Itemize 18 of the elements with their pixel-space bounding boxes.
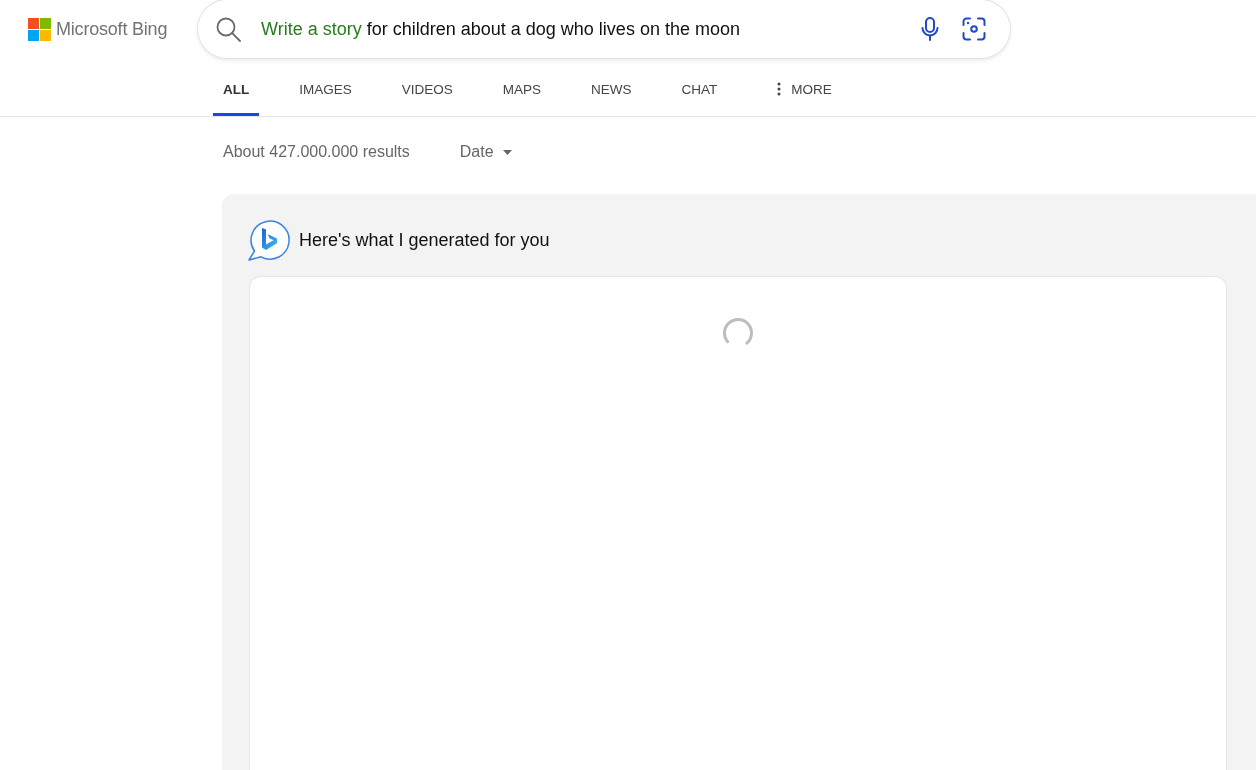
results-count: About 427.000.000 results	[223, 143, 410, 161]
nav-tab[interactable]: MORE	[767, 58, 842, 116]
nav-tab[interactable]: NEWS	[581, 58, 642, 116]
nav-tab[interactable]: ALL	[213, 58, 260, 116]
nav-tab[interactable]: VIDEOS	[391, 58, 463, 116]
more-dots-icon	[777, 82, 782, 96]
search-input[interactable]: Write a story for children about a dog who lives on the moon	[261, 18, 899, 40]
nav-tab[interactable]: IMAGES	[289, 58, 362, 116]
nav-tab[interactable]: CHAT	[671, 58, 728, 116]
caret-icon	[502, 149, 512, 155]
visual-search-button[interactable]	[961, 16, 987, 42]
chat-bubble-icon	[248, 219, 290, 261]
logo-icon	[28, 17, 51, 41]
nav-tab[interactable]: MAPS	[492, 58, 552, 116]
search-icon	[216, 16, 241, 42]
logo-text: Microsoft Bing	[56, 18, 168, 40]
date-filter-button[interactable]: Date	[459, 143, 512, 161]
answer-heading: Here's what I generated for you	[299, 229, 550, 251]
